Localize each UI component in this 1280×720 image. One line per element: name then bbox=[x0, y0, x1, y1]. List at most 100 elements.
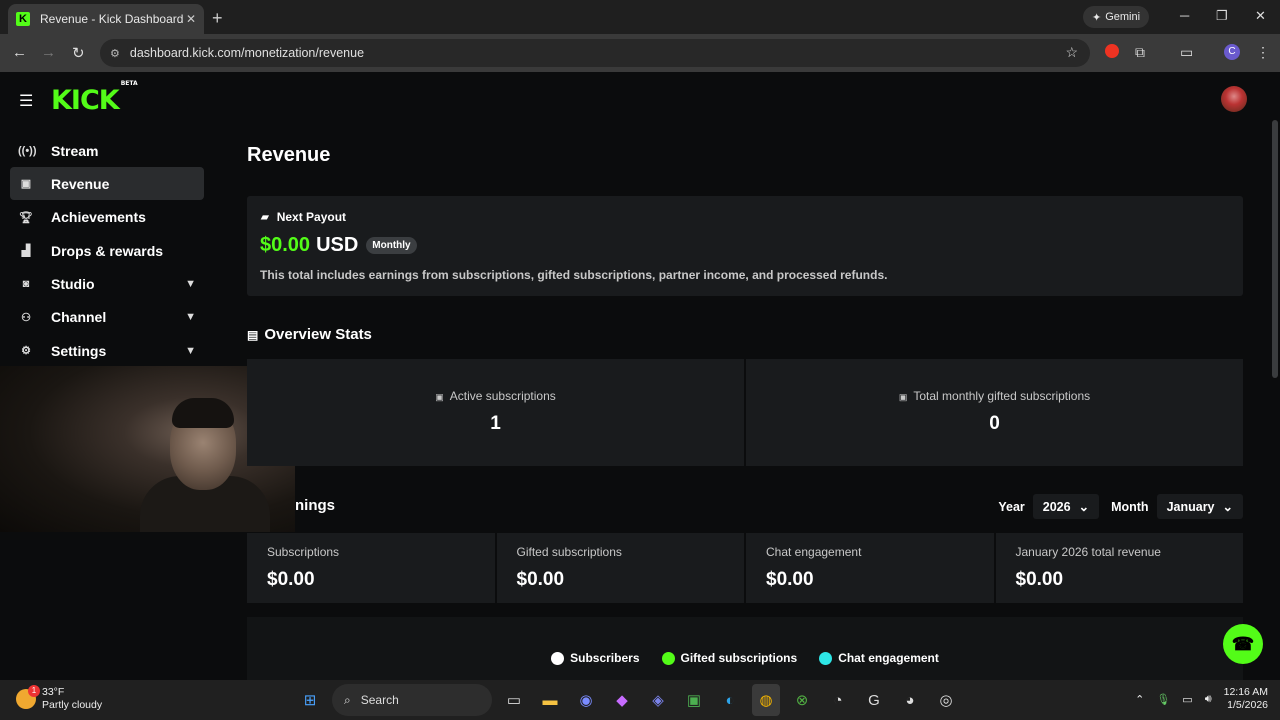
browser-tabbar: K Revenue - Kick Dashboard ✕ + ✦ Gemini … bbox=[0, 0, 1280, 34]
payout-heading: ▰ Next Payout bbox=[261, 210, 346, 224]
clock-time: 12:16 AM bbox=[1223, 686, 1268, 698]
year-select[interactable]: 2026 ⌄ bbox=[1032, 494, 1100, 519]
browser-toolbar: ← → ↻ ⚙ dashboard.kick.com/monetization/… bbox=[0, 34, 1280, 72]
chevron-down-icon[interactable]: ▼ bbox=[185, 345, 196, 357]
reload-icon[interactable]: ↻ bbox=[72, 44, 85, 62]
chrome-icon[interactable]: ◍ bbox=[752, 684, 780, 716]
sidebar-item-drops[interactable]: ▟ Drops & rewards bbox=[10, 234, 204, 267]
chart-icon: ▣ bbox=[435, 392, 444, 402]
partly-cloudy-icon: 1 bbox=[16, 685, 40, 709]
site-info-icon[interactable]: ⚙ bbox=[110, 47, 120, 60]
overview-stats: ▣ Active subscriptions 1 ▣ Total monthly g… bbox=[247, 359, 1243, 466]
kick-logo[interactable]: KICKBETA bbox=[51, 80, 138, 116]
gemini-label: Gemini bbox=[1105, 11, 1141, 23]
search-icon: ⌕ bbox=[344, 692, 351, 707]
gear-icon: ⚙ bbox=[21, 345, 31, 358]
steam-icon[interactable]: ◔ bbox=[824, 684, 852, 716]
chevron-down-icon: ⌄ bbox=[1222, 500, 1233, 514]
clock[interactable]: 12:16 AM 1/5/2026 bbox=[1224, 686, 1268, 712]
new-tab-button[interactable]: + bbox=[212, 8, 223, 29]
volume-icon[interactable]: 🔊︎ bbox=[1205, 693, 1212, 706]
sidebar-item-label: Settings bbox=[51, 342, 107, 359]
tab-close-icon[interactable]: ✕ bbox=[186, 12, 196, 26]
logo-text: KICK bbox=[51, 85, 120, 116]
earnings-value: $0.00 bbox=[267, 569, 315, 590]
browser-profile-avatar[interactable]: C bbox=[1224, 44, 1240, 60]
browser-tab[interactable]: K Revenue - Kick Dashboard ✕ bbox=[8, 4, 204, 34]
cast-icon[interactable]: ▭ bbox=[1180, 44, 1193, 61]
weather-temperature: 33°F bbox=[42, 686, 65, 698]
support-chat-button[interactable]: ☎ bbox=[1223, 624, 1263, 664]
sidebar-item-revenue[interactable]: ▣ Revenue bbox=[10, 167, 204, 201]
sidebar-item-achievements[interactable]: 🏆︎ Achievements bbox=[10, 201, 204, 234]
gemini-button[interactable]: ✦ Gemini bbox=[1083, 6, 1149, 28]
copilot-icon[interactable]: ◆ bbox=[608, 684, 636, 716]
weather-widget[interactable]: 1 33°F Partly cloudy bbox=[16, 685, 102, 712]
sidebar-item-settings[interactable]: ⚙ Settings ▼ bbox=[10, 334, 204, 367]
gift-icon: ▟ bbox=[21, 245, 31, 258]
file-explorer-icon[interactable]: ▬ bbox=[536, 684, 564, 716]
earnings-title: nings bbox=[295, 497, 335, 514]
legend-dot bbox=[551, 651, 565, 665]
nvidia-icon[interactable]: ▣ bbox=[680, 684, 708, 716]
chevron-up-icon[interactable]: ⌃ bbox=[1135, 693, 1144, 706]
sidebar-item-channel[interactable]: ⚇ Channel ▼ bbox=[10, 301, 204, 334]
sidebar-item-label: Studio bbox=[51, 276, 95, 293]
xbox-icon[interactable]: ⊗ bbox=[788, 684, 816, 716]
legend-label: Gifted subscriptions bbox=[680, 651, 798, 665]
menu-icon[interactable]: ☰ bbox=[19, 91, 33, 111]
discord-icon[interactable]: ◉ bbox=[572, 684, 600, 716]
user-avatar[interactable] bbox=[1221, 86, 1247, 112]
month-select[interactable]: January ⌄ bbox=[1156, 494, 1243, 519]
legend-item-chat[interactable]: Chat engagement bbox=[819, 651, 939, 665]
bookmark-star-icon[interactable]: ☆ bbox=[1065, 44, 1078, 61]
clock-date: 1/5/2026 bbox=[1227, 699, 1268, 711]
forward-icon[interactable]: → bbox=[41, 44, 56, 61]
sidebar-item-label: Drops & rewards bbox=[51, 242, 164, 259]
legend-item-subscribers[interactable]: Subscribers bbox=[551, 651, 640, 665]
earnings-card: January 2026 total revenue $0.00 bbox=[995, 533, 1243, 603]
steam-alt-icon[interactable]: ◕ bbox=[896, 684, 924, 716]
legend-label: Chat engagement bbox=[838, 651, 939, 665]
window-close-icon[interactable]: ✕ bbox=[1255, 8, 1266, 24]
chevron-down-icon[interactable]: ▼ bbox=[185, 278, 196, 290]
stat-value: 0 bbox=[989, 413, 1000, 434]
legend-dot bbox=[819, 651, 833, 665]
address-bar[interactable]: ⚙ dashboard.kick.com/monetization/revenu… bbox=[100, 39, 1090, 67]
legend-item-gifted[interactable]: Gifted subscriptions bbox=[661, 651, 798, 665]
sidebar-item-label: Achievements bbox=[51, 209, 146, 226]
restore-icon[interactable]: ❐ bbox=[1216, 8, 1228, 24]
month-label: Month bbox=[1111, 499, 1149, 514]
earnings-card: Subscriptions $0.00 bbox=[247, 533, 495, 603]
chevron-down-icon[interactable]: ▼ bbox=[185, 311, 196, 323]
stat-card: ▣ Total monthly gifted subscriptions 0 bbox=[746, 359, 1243, 466]
earnings-cards: Subscriptions $0.00 Gifted subscriptions… bbox=[247, 533, 1243, 603]
extension-red-icon[interactable] bbox=[1105, 44, 1119, 58]
extensions-puzzle-icon[interactable]: ⧉ bbox=[1135, 44, 1145, 61]
obs-icon[interactable]: ◎ bbox=[932, 684, 960, 716]
month-value: January bbox=[1166, 499, 1215, 514]
legend-label: Subscribers bbox=[570, 651, 640, 665]
browser-menu-icon[interactable]: ⋮ bbox=[1256, 44, 1270, 61]
sidebar: ((•)) Stream ▣ Revenue 🏆︎ Achievements ▟… bbox=[10, 134, 204, 368]
windows-start-icon[interactable]: ⊞ bbox=[296, 684, 324, 716]
task-view-icon[interactable]: ▭ bbox=[500, 684, 528, 716]
sidebar-item-stream[interactable]: ((•)) Stream bbox=[10, 134, 204, 167]
back-icon[interactable]: ← bbox=[12, 44, 27, 61]
g-hub-icon[interactable]: G bbox=[860, 684, 888, 716]
microphone-icon[interactable]: 🎙︎ bbox=[1156, 693, 1170, 706]
taskbar-search[interactable]: ⌕ Search bbox=[332, 684, 492, 716]
teams-icon[interactable]: ◈ bbox=[644, 684, 672, 716]
edge-icon[interactable]: ◐ bbox=[716, 684, 744, 716]
minimize-icon[interactable]: ─ bbox=[1180, 8, 1189, 23]
earnings-value: $0.00 bbox=[1015, 569, 1064, 590]
earnings-label: Chat engagement bbox=[766, 545, 862, 559]
chevron-down-icon: ⌄ bbox=[1078, 500, 1090, 514]
earnings-value: $0.00 bbox=[516, 569, 565, 590]
trophy-icon: 🏆︎ bbox=[19, 211, 33, 224]
payout-description: This total includes earnings from subscr… bbox=[260, 268, 888, 282]
sidebar-item-studio[interactable]: ◙ Studio ▼ bbox=[10, 268, 204, 301]
network-icon[interactable]: ▭ bbox=[1182, 693, 1192, 706]
earnings-card: Gifted subscriptions $0.00 bbox=[496, 533, 744, 603]
page-scrollbar[interactable] bbox=[1272, 120, 1278, 378]
